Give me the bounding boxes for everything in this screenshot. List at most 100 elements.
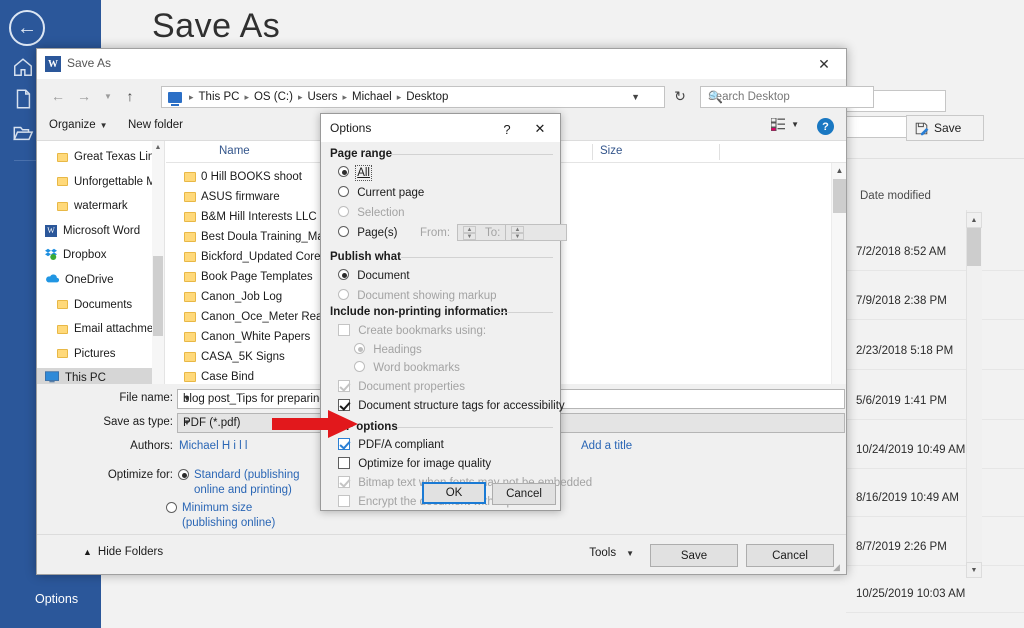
date-modified-column-header[interactable]: Date modified (860, 190, 931, 202)
column-header-name[interactable]: Name (219, 145, 250, 157)
radio-headings-label: Headings (373, 344, 422, 356)
scroll-up-icon[interactable]: ▲ (966, 212, 982, 228)
file-name-cell: Canon_Oce_Meter Readin (201, 311, 338, 323)
hide-folders-button[interactable]: ▲ Hide Folders (83, 546, 163, 558)
tree-item-label: Documents (74, 298, 133, 311)
folder-icon (184, 292, 196, 302)
to-spinner[interactable]: 1 ▲ ▼ (505, 224, 567, 241)
backstage-scrollbar-thumb[interactable] (967, 226, 981, 266)
backstage-save-button[interactable]: Save (906, 115, 984, 141)
file-list-row[interactable]: Canon_Job Log (176, 287, 282, 307)
file-list-row[interactable]: Book Page Templates (176, 267, 313, 287)
radio-pages[interactable]: Page(s) (338, 226, 397, 239)
address-bar[interactable]: ▸ This PC ▸ OS (C:) ▸ Users ▸ Michael ▸ … (161, 86, 665, 108)
tree-item-documents[interactable]: Documents (37, 295, 164, 315)
cancel-button[interactable]: Cancel (746, 544, 834, 567)
tree-item-unforgettable-m[interactable]: Unforgettable M (37, 172, 164, 192)
folder-icon (184, 252, 196, 262)
file-list-row[interactable]: CASA_5K Signs (176, 347, 285, 367)
breadcrumb-os-c[interactable]: OS (C:) (253, 91, 294, 103)
optimize-for-label: Optimize for: (107, 469, 173, 481)
file-list-row[interactable]: Canon_Oce_Meter Readin (176, 307, 338, 327)
organize-button[interactable]: Organize ▼ (49, 119, 108, 131)
dropbox-icon (45, 248, 57, 263)
spinner-down-icon[interactable]: ▼ (463, 233, 476, 240)
tree-item-microsoft-word[interactable]: W Microsoft Word (37, 221, 164, 241)
scroll-up-icon[interactable]: ▲ (152, 141, 164, 153)
radio-current-page[interactable]: Current page (338, 186, 424, 199)
help-icon[interactable]: ? (817, 118, 834, 135)
column-divider[interactable] (592, 144, 593, 160)
file-list-row[interactable]: Best Doula Training_Manu (176, 227, 337, 247)
radio-indicator (338, 289, 349, 300)
spinner-up-icon[interactable]: ▲ (463, 226, 476, 233)
tree-item-dropbox[interactable]: Dropbox (37, 245, 164, 265)
optimize-standard-label[interactable]: Standard (publishing online and printing… (194, 468, 300, 498)
row-divider (846, 612, 1024, 613)
optimize-standard-radio[interactable] (178, 468, 189, 482)
tools-button[interactable]: Tools ▼ (589, 547, 634, 559)
folder-icon (184, 372, 196, 382)
authors-value[interactable]: Michael H i l l (179, 440, 247, 452)
chevron-down-icon[interactable]: ▼ (791, 120, 799, 129)
file-list-row[interactable]: ASUS firmware (176, 187, 280, 207)
refresh-icon[interactable]: ↻ (671, 87, 689, 105)
add-a-title-link[interactable]: Add a title (581, 440, 632, 452)
cancel-button[interactable]: Cancel (492, 483, 556, 505)
ok-button[interactable]: OK (422, 482, 486, 504)
breadcrumb-desktop[interactable]: Desktop (405, 91, 449, 103)
file-name-cell: CASA_5K Signs (201, 351, 285, 363)
tree-item-email-attachmen[interactable]: Email attachmen (37, 319, 164, 339)
breadcrumb-users[interactable]: Users (306, 91, 338, 103)
tree-item-onedrive[interactable]: OneDrive (37, 270, 164, 290)
nav-up-icon[interactable]: ↑ (121, 87, 139, 105)
options-dialog: Options ? ✕ Page range All Current page … (320, 113, 592, 511)
tree-item-pictures[interactable]: Pictures (37, 344, 164, 364)
folder-icon (184, 232, 196, 242)
view-options[interactable]: ▼ (771, 118, 799, 131)
file-list-row[interactable]: Canon_White Papers (176, 327, 310, 347)
help-question-icon[interactable]: ? (496, 119, 518, 139)
back-arrow-icon[interactable]: ← (9, 10, 45, 46)
file-list-row[interactable]: Bickford_Updated Core C (176, 247, 332, 267)
checkbox-pdfa-compliant[interactable]: PDF/A compliant (338, 438, 444, 451)
radio-document[interactable]: Document (338, 269, 410, 282)
new-document-icon[interactable] (12, 88, 34, 110)
file-list-row[interactable]: B&M Hill Interests LLC (176, 207, 317, 227)
close-icon[interactable]: ✕ (528, 119, 552, 139)
radio-all[interactable]: All (338, 165, 372, 181)
file-list-row[interactable]: 0 Hill BOOKS shoot (176, 167, 302, 187)
tree-item-watermark[interactable]: watermark (37, 196, 164, 216)
checkbox-structure-tags[interactable]: Document structure tags for accessibilit… (338, 399, 565, 412)
scroll-down-icon[interactable]: ▼ (966, 562, 982, 578)
column-header-size[interactable]: Size (600, 145, 622, 157)
checkbox-optimize-image-quality[interactable]: Optimize for image quality (338, 457, 491, 470)
backstage-options-item[interactable]: Options (35, 592, 78, 606)
breadcrumb-this-pc[interactable]: This PC (198, 91, 241, 103)
optimize-minimum-radio[interactable] (166, 501, 177, 515)
new-folder-button[interactable]: New folder (128, 119, 183, 131)
nav-forward-icon[interactable]: → (75, 87, 93, 105)
tree-scrollbar-thumb[interactable] (153, 256, 163, 336)
open-folder-icon[interactable] (12, 122, 34, 144)
radio-headings: Headings (354, 343, 422, 356)
close-icon[interactable]: ✕ (802, 49, 846, 79)
home-icon[interactable] (12, 56, 34, 78)
save-button[interactable]: Save (650, 544, 738, 567)
file-list-scrollbar-thumb[interactable] (833, 179, 846, 213)
column-divider[interactable] (719, 144, 720, 160)
optimize-minimum-label[interactable]: Minimum size (publishing online) (182, 501, 275, 531)
search-input[interactable]: Search Desktop 🔍 (700, 86, 874, 108)
row-divider (846, 319, 1024, 320)
nav-recent-chevron-icon[interactable]: ▼ (99, 87, 117, 105)
file-name-cell: Best Doula Training_Manu (201, 231, 337, 243)
authors-label: Authors: (130, 440, 173, 452)
chevron-down-icon[interactable]: ▼ (631, 92, 640, 102)
scroll-up-icon[interactable]: ▲ (832, 163, 847, 178)
tree-item-great-texas-line[interactable]: Great Texas Line (37, 147, 164, 167)
spinner-down-icon[interactable]: ▼ (511, 233, 524, 240)
spinner-up-icon[interactable]: ▲ (511, 226, 524, 233)
breadcrumb-michael[interactable]: Michael (351, 91, 393, 103)
resize-grip[interactable]: ◢ (833, 562, 843, 572)
nav-back-icon[interactable]: ← (49, 87, 67, 105)
